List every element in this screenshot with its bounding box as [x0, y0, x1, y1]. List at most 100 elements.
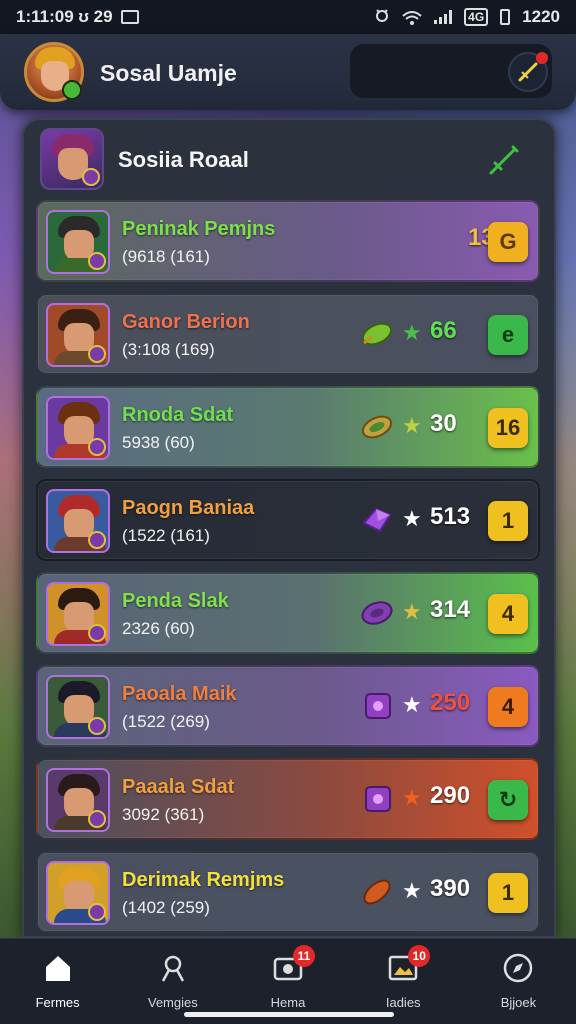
signal-icon: [434, 10, 453, 24]
notification-count-badge: 11: [293, 945, 315, 967]
sword-icon: [489, 145, 519, 175]
player-row[interactable]: Peninak Pemjns (9618 (161) 13 G: [36, 200, 540, 282]
compass-button[interactable]: [508, 52, 548, 92]
player-avatar: [46, 861, 110, 925]
player-avatar: [46, 675, 110, 739]
player-avatar: [46, 396, 110, 460]
rank-badge[interactable]: G: [488, 222, 528, 262]
notification-count-badge: 10: [408, 945, 431, 967]
player-stats: (1522 (269): [122, 712, 210, 731]
player-name: Derimak Remjms: [122, 869, 285, 891]
player-name: Paoala Maik: [122, 683, 237, 705]
player-row[interactable]: Paogn Baniaa (1522 (161) ★ 513 1: [36, 479, 540, 561]
star-icon: ★: [402, 506, 422, 531]
compass-icon: [518, 62, 538, 82]
player-stats: 3092 (361): [122, 805, 205, 824]
rank-badge[interactable]: ↻: [488, 780, 528, 820]
rank-badge[interactable]: 1: [488, 873, 528, 913]
star-icon: ★: [402, 692, 422, 717]
panel-title: Sosiia Roaal: [118, 147, 249, 172]
notification-icon: [120, 10, 139, 24]
compass-icon: [501, 951, 535, 985]
player-row[interactable]: Paaala Sdat 3092 (361) ★ 290 ↻: [36, 758, 540, 840]
rank-badge[interactable]: 1: [488, 501, 528, 541]
player-score: 30: [430, 410, 457, 437]
app-header: Sosal Uamje: [0, 34, 576, 110]
nav-label: Vemgies: [147, 995, 198, 1010]
star-icon: ★: [402, 413, 422, 438]
nav-label: Iadies: [385, 995, 421, 1010]
home-icon: [41, 951, 75, 985]
data-icon: 4G: [464, 8, 489, 26]
player-avatar: [46, 768, 110, 832]
status-time: 1:11:09 ʊ 29: [16, 7, 113, 26]
wifi-icon: [402, 10, 422, 25]
player-score: 314: [430, 596, 471, 623]
app-title: Sosal Uamje: [100, 60, 237, 86]
player-score: 66: [430, 317, 457, 344]
player-name: Rnoda Sdat: [122, 404, 234, 426]
level-badge-icon: [88, 252, 106, 270]
player-row[interactable]: Penda Slak 2326 (60) ★ 314 4: [36, 572, 540, 654]
level-badge-icon: [88, 717, 106, 735]
player-avatar: [46, 489, 110, 553]
square-purple-item-icon: [360, 691, 394, 721]
rank-badge[interactable]: e: [488, 315, 528, 355]
player-stats: (9618 (161): [122, 247, 210, 266]
star-icon: ★: [402, 599, 422, 624]
level-badge-icon: [88, 345, 106, 363]
player-stats: (3:108 (169): [122, 340, 215, 359]
player-avatar: [46, 303, 110, 367]
player-stats: 5938 (60): [122, 433, 195, 452]
nav-label: Bjjoek: [500, 995, 537, 1010]
nav-label: Hema: [270, 995, 306, 1010]
player-avatar: [46, 210, 110, 274]
leaf-gold-item-icon: [360, 412, 394, 442]
square-purple-item-icon: [360, 784, 394, 814]
status-right-text: 1220: [522, 7, 560, 26]
leaf-orange-item-icon: [360, 877, 394, 907]
nav-label: Fermes: [35, 995, 80, 1010]
player-name: Penda Slak: [122, 590, 229, 612]
person-icon: [156, 951, 190, 985]
photo-icon: 10: [386, 945, 431, 985]
rank-badge[interactable]: 16: [488, 408, 528, 448]
ring-item-icon: [360, 598, 394, 628]
online-status-icon: [62, 80, 82, 100]
home-indicator[interactable]: [184, 1012, 394, 1017]
player-score: 290: [430, 782, 471, 809]
player-avatar: [46, 582, 110, 646]
nav-item-fermes[interactable]: Fermes: [0, 939, 115, 1024]
player-stats: 2326 (60): [122, 619, 195, 638]
nav-item-bjjoek[interactable]: Bjjoek: [461, 939, 576, 1024]
player-row[interactable]: Rnoda Sdat 5938 (60) ★ 30 16: [36, 386, 540, 468]
notification-dot: [536, 52, 548, 64]
gem-item-icon: [360, 505, 394, 535]
rank-badge[interactable]: 4: [488, 687, 528, 727]
player-score: 513: [430, 503, 471, 530]
level-badge-icon: [88, 810, 106, 828]
alarm-icon: [374, 7, 390, 28]
sword-button[interactable]: [484, 140, 524, 180]
player-name: Ganor Berion: [122, 311, 250, 333]
rank-badge[interactable]: 4: [488, 594, 528, 634]
player-row[interactable]: Paoala Maik (1522 (269) ★ 250 4: [36, 665, 540, 747]
level-badge-icon: [88, 438, 106, 456]
player-name: Paaala Sdat: [122, 776, 235, 798]
player-row[interactable]: Derimak Remjms (1402 (259) ★ 390 1: [36, 851, 540, 933]
panel-avatar[interactable]: [40, 128, 104, 190]
star-icon: ★: [402, 785, 422, 810]
player-name: Paogn Baniaa: [122, 497, 255, 519]
camera-icon: 11: [271, 945, 315, 985]
player-stats: (1522 (161): [122, 526, 210, 545]
leaf-item-icon: [360, 319, 394, 349]
level-badge-icon: [82, 168, 100, 186]
player-row[interactable]: Ganor Berion (3:108 (169) ★ 66 e: [36, 293, 540, 375]
player-score: 390: [430, 875, 471, 902]
player-stats: (1402 (259): [122, 898, 210, 917]
level-badge-icon: [88, 903, 106, 921]
battery-icon: [500, 9, 511, 25]
star-icon: ★: [402, 320, 422, 345]
status-bar: 1:11:09 ʊ 29 4G 1220: [0, 0, 576, 34]
player-score: 250: [430, 689, 471, 716]
